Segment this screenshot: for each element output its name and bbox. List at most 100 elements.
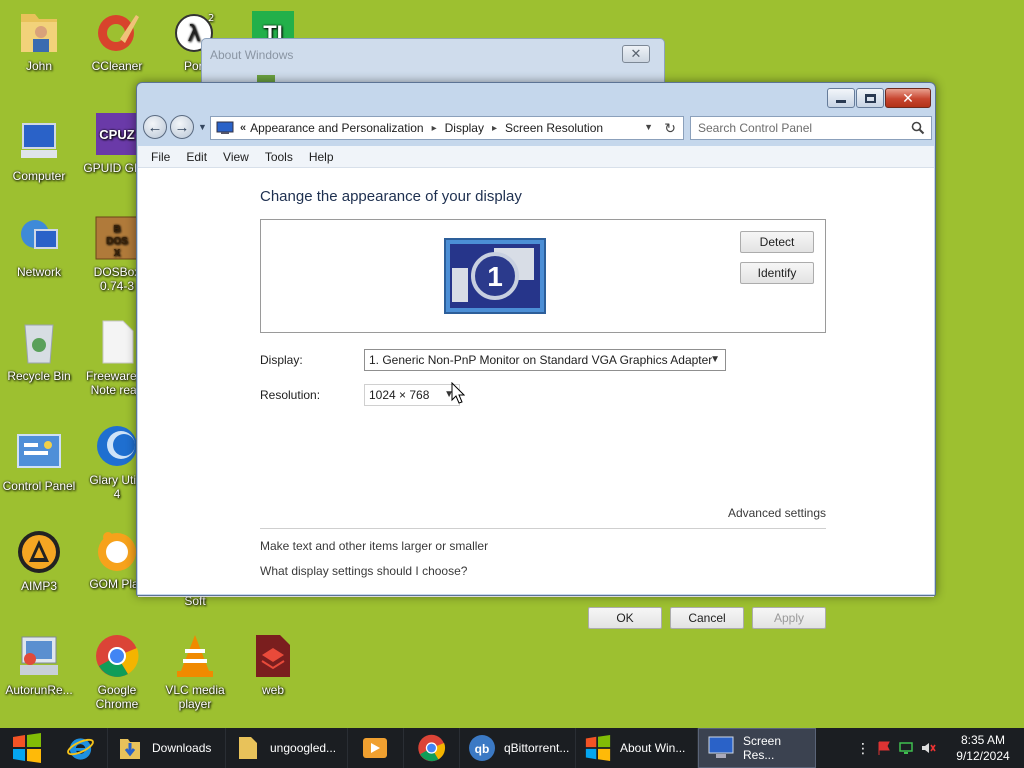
display-dropdown[interactable]: 1. Generic Non-PnP Monitor on Standard V… [364, 349, 726, 371]
detect-button[interactable]: Detect [740, 231, 814, 253]
autoruns-icon [15, 632, 63, 680]
breadcrumb-display[interactable]: Display [445, 121, 484, 135]
taskbar-label: ungoogled... [270, 741, 337, 755]
control-panel-small-icon [216, 121, 234, 134]
cpuz-icon: CPUZ [93, 110, 141, 158]
taskbar-chrome[interactable] [404, 728, 460, 768]
start-button[interactable] [0, 728, 54, 768]
window-controls: ✕ [827, 88, 931, 108]
windows-logo-icon [13, 733, 41, 763]
menu-edit[interactable]: Edit [186, 150, 207, 164]
menu-tools[interactable]: Tools [265, 150, 293, 164]
desktop-icon-computer[interactable]: Computer [0, 118, 78, 183]
qbittorrent-icon: qb [468, 734, 496, 762]
display-settings-icon [707, 734, 735, 762]
desktop-icon-web[interactable]: web [234, 632, 312, 697]
cancel-button[interactable]: Cancel [670, 607, 744, 629]
screen-resolution-window: ✕ ← → ▼ « Appearance and Personalization… [136, 82, 936, 629]
folder-icon [234, 734, 262, 762]
media-player-icon [363, 738, 387, 758]
volume-muted-icon[interactable] [920, 740, 936, 756]
taskbar: Downloads ungoogled... qb qBittorrent...… [0, 728, 1024, 768]
maximize-button[interactable] [856, 88, 884, 108]
clock-date: 9/12/2024 [956, 749, 1010, 763]
close-button[interactable]: ✕ [885, 88, 931, 108]
display-help-link[interactable]: What display settings should I choose? [260, 564, 467, 578]
desktop-icon-ccleaner[interactable]: CCleaner [78, 8, 156, 73]
title-bar[interactable]: ✕ [137, 83, 935, 111]
svg-text:λ: λ [187, 22, 200, 47]
about-windows-close-button[interactable]: ✕ [622, 45, 650, 63]
text-file-icon [93, 318, 141, 366]
about-windows-title: About Windows [210, 48, 294, 62]
apply-button[interactable]: Apply [752, 607, 826, 629]
taskbar-screen-resolution[interactable]: Screen Res... [698, 728, 816, 768]
desktop-icon-john[interactable]: John [0, 8, 78, 73]
user-folder-icon [15, 8, 63, 56]
taskbar-qbittorrent[interactable]: qb qBittorrent... [460, 728, 576, 768]
breadcrumb-screen-resolution[interactable]: Screen Resolution [505, 121, 603, 135]
navigation-bar: ← → ▼ « Appearance and Personalization ▸… [137, 113, 935, 143]
desktop-icon-recycle-bin[interactable]: Recycle Bin [0, 318, 78, 383]
internet-explorer-icon [67, 738, 94, 760]
taskbar-downloads[interactable]: Downloads [108, 728, 226, 768]
recycle-bin-icon [15, 318, 63, 366]
show-hidden-icons[interactable]: ⋮ [856, 740, 870, 757]
taskbar-about-windows[interactable]: About Win... [576, 728, 698, 768]
resolution-value: 1024 × 768 [369, 388, 430, 402]
search-box[interactable]: Search Control Panel [690, 116, 932, 140]
clock-time: 8:35 AM [960, 733, 1006, 747]
taskbar-media-player[interactable] [348, 728, 404, 768]
page-title: Change the appearance of your display [260, 188, 522, 205]
minimize-button[interactable] [827, 88, 855, 108]
search-icon[interactable] [911, 121, 925, 135]
recent-pages-dropdown[interactable]: ▼ [198, 122, 207, 132]
monitor-1-icon[interactable]: 1 [444, 238, 546, 314]
taskbar-ie[interactable] [54, 728, 108, 768]
desktop-icon-aimp3[interactable]: AIMP3 [0, 528, 78, 593]
taskbar-label: About Win... [620, 741, 686, 755]
display-value: 1. Generic Non-PnP Monitor on Standard V… [369, 353, 713, 367]
chevron-down-icon: ▼ [710, 354, 720, 365]
text-size-link[interactable]: Make text and other items larger or smal… [260, 539, 488, 553]
downloads-folder-icon [116, 734, 144, 762]
resolution-dropdown[interactable]: 1024 × 768 ▼ [364, 384, 460, 406]
menu-view[interactable]: View [223, 150, 249, 164]
breadcrumb-separator-icon[interactable]: ▸ [492, 123, 497, 134]
action-center-flag-icon[interactable] [876, 740, 892, 756]
resolution-label: Resolution: [260, 388, 321, 402]
svg-text:X: X [114, 248, 121, 259]
monitor-preview-panel: 1 Detect Identify [260, 219, 826, 333]
menu-help[interactable]: Help [309, 150, 334, 164]
windows-flag-icon [584, 734, 612, 762]
taskbar-ungoogled[interactable]: ungoogled... [226, 728, 348, 768]
ok-button[interactable]: OK [588, 607, 662, 629]
dosbox-icon: B DOS X [93, 214, 141, 262]
clock[interactable]: 8:35 AM 9/12/2024 [942, 732, 1024, 764]
network-status-icon[interactable] [898, 740, 914, 756]
desktop-icon-vlc[interactable]: VLC media player [156, 632, 234, 711]
desktop-icon-google-chrome[interactable]: Google Chrome [78, 632, 156, 711]
divider [260, 528, 826, 529]
breadcrumb-appearance[interactable]: Appearance and Personalization [250, 121, 423, 135]
gom-player-icon [93, 526, 141, 574]
back-button[interactable]: ← [143, 115, 167, 139]
taskbar-label: Screen Res... [743, 734, 782, 762]
desktop-icon-autorunre[interactable]: AutorunRe... [0, 632, 78, 697]
identify-button[interactable]: Identify [740, 262, 814, 284]
breadcrumb-overflow[interactable]: « [240, 122, 246, 134]
address-bar[interactable]: « Appearance and Personalization ▸ Displ… [210, 116, 684, 140]
menu-bar: File Edit View Tools Help [138, 146, 934, 168]
breadcrumb-separator-icon[interactable]: ▸ [432, 123, 437, 134]
desktop-icon-control-panel[interactable]: Control Panel [0, 428, 78, 493]
search-placeholder: Search Control Panel [698, 121, 813, 135]
computer-icon [15, 118, 63, 166]
system-tray: ⋮ 8:35 AM 9/12/2024 [856, 728, 1024, 768]
forward-button[interactable]: → [170, 115, 194, 139]
refresh-icon[interactable]: ↻ [664, 120, 676, 137]
address-dropdown-icon[interactable]: ▼ [644, 122, 653, 132]
menu-file[interactable]: File [151, 150, 170, 164]
desktop-icon-network[interactable]: Network [0, 214, 78, 279]
advanced-settings-link[interactable]: Advanced settings [728, 506, 826, 520]
ccleaner-icon [93, 8, 141, 56]
